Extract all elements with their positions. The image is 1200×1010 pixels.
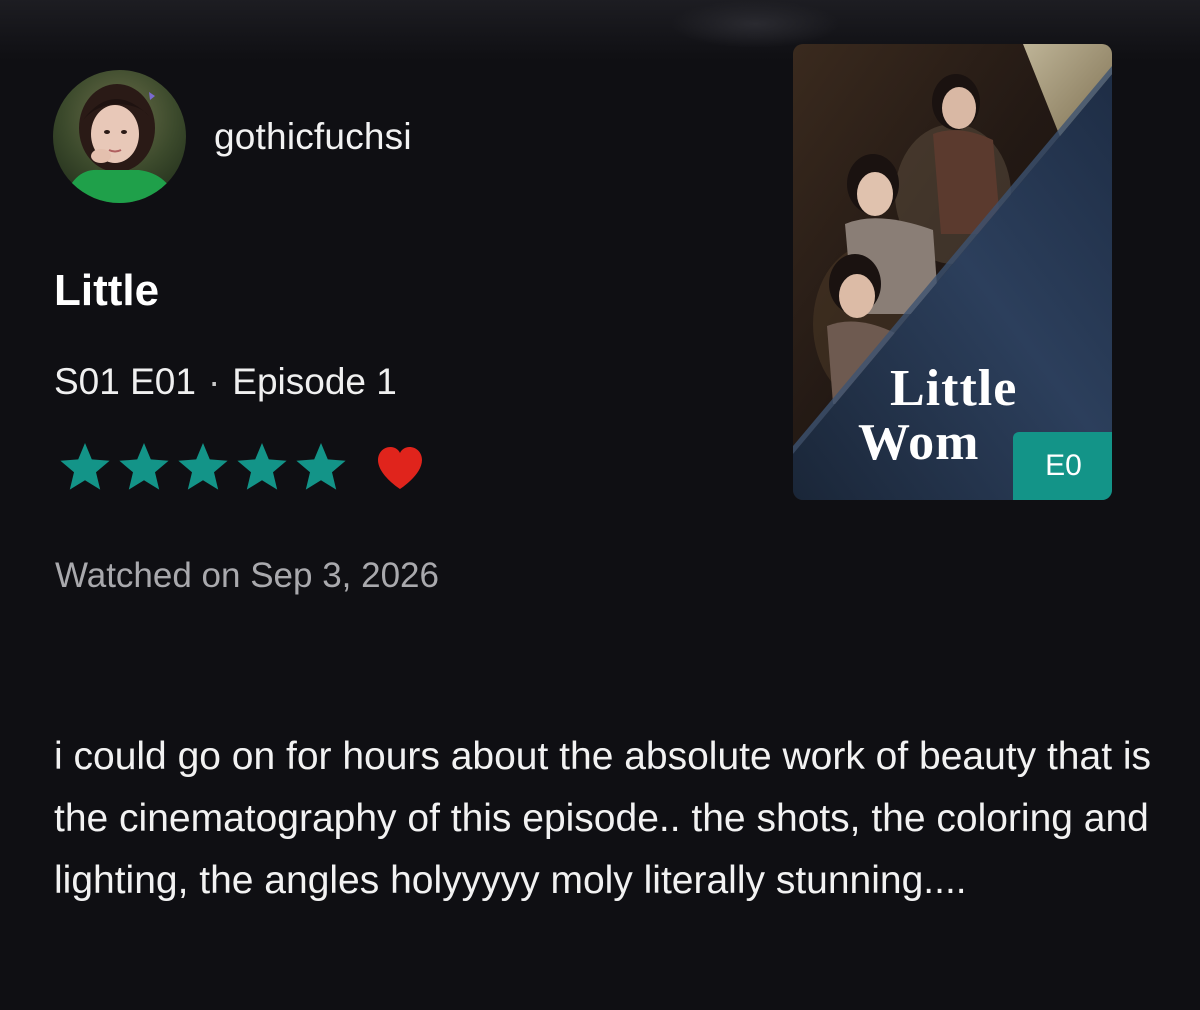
show-poster[interactable]: Little Wom E0 — [793, 44, 1112, 500]
episode-badge: E0 — [1013, 432, 1112, 500]
episode-name: Episode 1 — [232, 361, 397, 402]
avatar-image — [53, 70, 186, 203]
star-icon — [119, 443, 169, 490]
review-text: i could go on for hours about the absolu… — [54, 735, 1152, 902]
episode-info: S01 E01 · Episode 1 — [54, 361, 397, 403]
star-icon — [60, 443, 110, 490]
username[interactable]: gothicfuchsi — [214, 116, 412, 158]
poster-title-line1: Little — [890, 360, 1018, 417]
episode-separator: · — [207, 361, 221, 402]
show-title[interactable]: Little — [54, 266, 159, 316]
rating-row — [57, 440, 425, 496]
user-avatar[interactable] — [53, 70, 186, 203]
episode-code: S01 E01 — [54, 361, 196, 402]
heart-icon — [378, 447, 422, 489]
star-icon — [178, 443, 228, 490]
blurred-header-shape — [670, 0, 840, 48]
star-icon — [237, 443, 287, 490]
watched-date: Watched on Sep 3, 2026 — [55, 556, 439, 595]
star-icon — [296, 443, 346, 490]
